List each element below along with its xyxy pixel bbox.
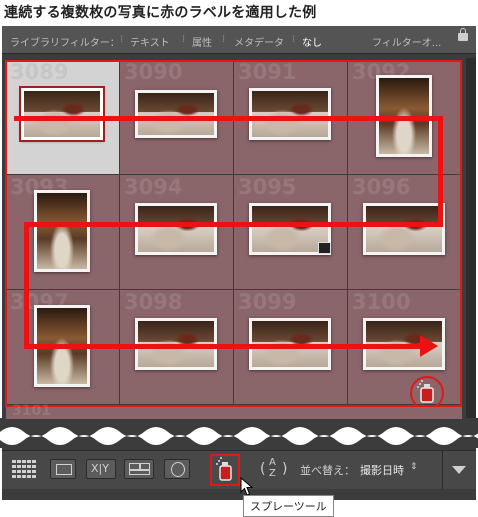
cell-number: 3101 (12, 403, 51, 419)
lock-icon[interactable] (458, 28, 468, 41)
library-filter-bar: ライブラリフィルター： ⁞ テキスト ⁞ 属性 ⁞ メタデータ ⁞ なし フィル… (2, 26, 476, 54)
torn-edge-separator (0, 418, 478, 448)
path-arrowhead-icon (420, 335, 438, 357)
survey-view-icon[interactable] (124, 459, 154, 479)
loupe-view-icon[interactable] (50, 459, 76, 479)
filter-metadata[interactable]: メタデータ (234, 34, 284, 49)
grid-scrollbar[interactable] (466, 58, 476, 438)
partial-row: 3101 (6, 403, 462, 419)
selection-annotation-box (5, 60, 462, 407)
path-segment (14, 116, 442, 121)
sort-select-chevron-icon[interactable]: ⇕ (410, 462, 418, 472)
filter-none[interactable]: なし (302, 34, 322, 49)
filter-attribute[interactable]: 属性 (192, 34, 212, 49)
mouse-cursor-icon (240, 477, 254, 496)
menu-triangle-icon[interactable] (452, 466, 466, 474)
path-segment (24, 344, 424, 349)
spray-tool-button[interactable] (210, 454, 240, 486)
spray-can-icon (216, 457, 232, 481)
spray-can-icon (417, 380, 434, 403)
spray-cursor-annotation (410, 376, 444, 410)
path-segment (438, 116, 443, 226)
path-segment (24, 222, 443, 227)
bottom-toolbar: X|Y ( A Z ) 並べ替え： 撮影日時 ⇕ (2, 450, 476, 489)
sort-select[interactable]: 撮影日時 (360, 462, 404, 478)
figure-caption: 連続する複数枚の写真に赤のラベルを適用した例 (4, 5, 317, 21)
compare-view-icon[interactable]: X|Y (86, 459, 116, 479)
filter-bar-label: ライブラリフィルター： (10, 38, 120, 49)
people-view-icon[interactable] (164, 459, 190, 479)
sort-label: 並べ替え： (300, 464, 355, 477)
path-segment (24, 222, 29, 348)
spray-tool-tooltip: スプレーツール (243, 495, 334, 517)
filter-preset-dropdown[interactable]: フィルターオ... (372, 34, 441, 49)
grid-view-icon[interactable] (12, 460, 38, 478)
filter-text[interactable]: テキスト (130, 34, 170, 49)
sort-direction-icon[interactable]: ( A Z ) (260, 457, 296, 481)
